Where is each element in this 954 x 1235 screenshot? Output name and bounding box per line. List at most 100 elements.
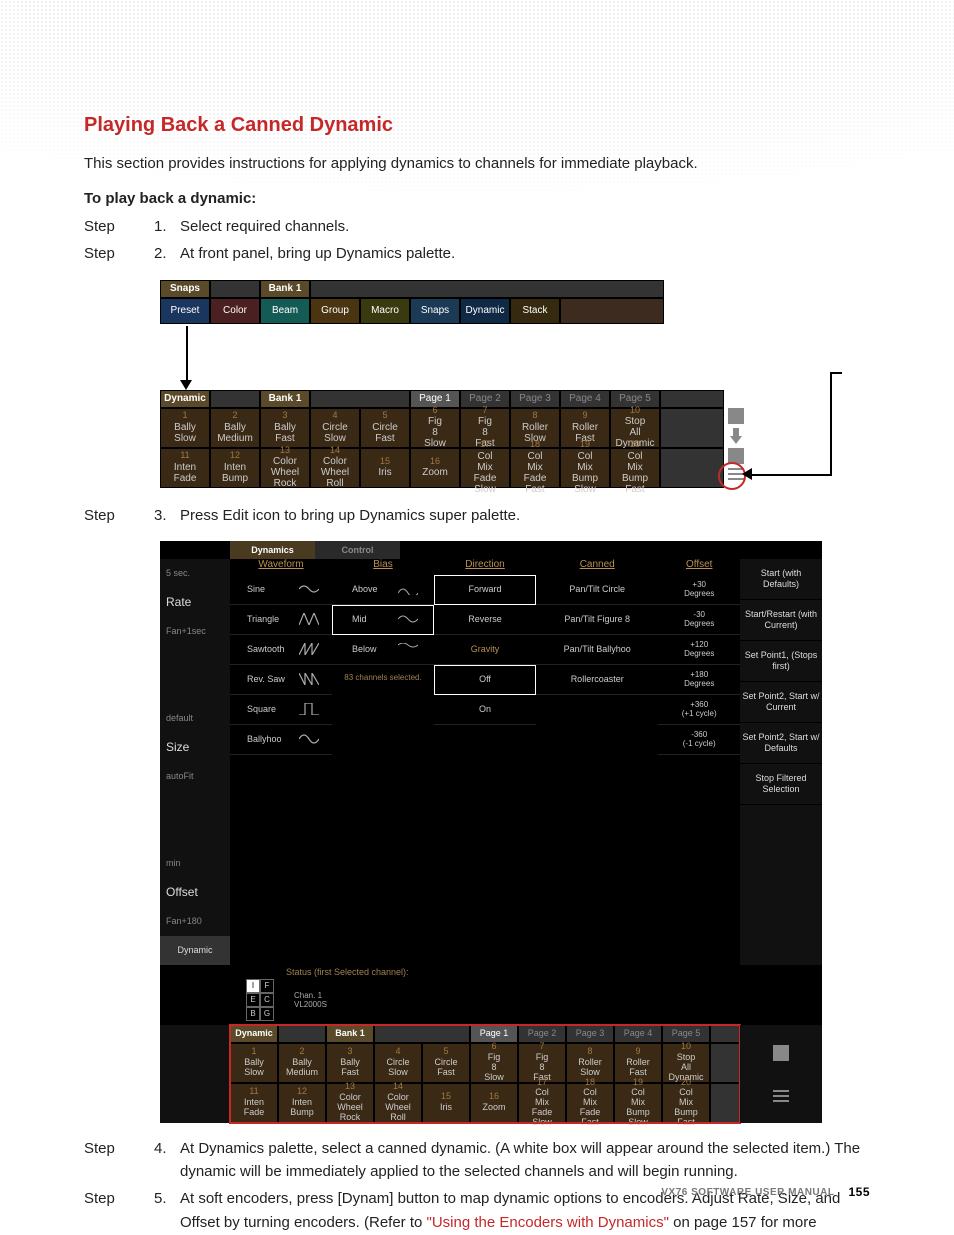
direction-option[interactable]: Reverse xyxy=(434,605,536,635)
step-3: Step 3. Press Edit icon to bring up Dyna… xyxy=(84,504,870,527)
action-button[interactable]: Start (with Defaults) xyxy=(740,559,822,600)
dynamic-entry[interactable]: 16Zoom xyxy=(410,448,460,488)
group-button[interactable]: Group xyxy=(310,298,360,324)
dynamic-entry[interactable]: 5CircleFast xyxy=(360,408,410,448)
direction-option[interactable]: On xyxy=(434,695,536,725)
left-label: Rate xyxy=(160,588,230,617)
left-label xyxy=(160,820,230,849)
dynamic-entry[interactable]: 15Iris xyxy=(360,448,410,488)
dynamic-entry[interactable]: 14ColorWheelRoll xyxy=(310,448,360,488)
bias-option[interactable]: Below xyxy=(332,635,434,665)
control-tab[interactable]: Control xyxy=(315,541,400,559)
canned-option[interactable]: Pan/Tilt Circle xyxy=(536,575,658,605)
offset-option[interactable]: +360(+1 cycle) xyxy=(658,695,740,725)
page-tab-3[interactable]: Page 3 xyxy=(510,390,560,408)
offset-option[interactable]: +180Degrees xyxy=(658,665,740,695)
bank-header[interactable]: Bank 1 xyxy=(260,280,310,298)
left-label: Offset xyxy=(160,878,230,907)
bias-option[interactable]: Mid xyxy=(332,605,434,635)
offset-option[interactable]: -30Degrees xyxy=(658,605,740,635)
dynamic-entry[interactable]: 14ColorWheelRoll xyxy=(374,1083,422,1123)
bias-header: Bias xyxy=(332,559,434,575)
left-label: min xyxy=(160,849,230,878)
canned-option[interactable]: Rollercoaster xyxy=(536,665,658,695)
dynamic-entry[interactable]: 18ColMixFadeFast xyxy=(566,1083,614,1123)
waveform-option[interactable]: Ballyhoo xyxy=(230,725,332,755)
action-button[interactable]: Set Point2, Start w/ Defaults xyxy=(740,723,822,764)
preset-button[interactable]: Preset xyxy=(160,298,210,324)
offset-option[interactable]: +120Degrees xyxy=(658,635,740,665)
dynamic-entry[interactable]: 13ColorWheelRock xyxy=(326,1083,374,1123)
channel-number: Chan. 1 xyxy=(294,991,327,1000)
canned-option[interactable]: Pan/Tilt Ballyhoo xyxy=(536,635,658,665)
waveform-option[interactable]: Sine xyxy=(230,575,332,605)
waveform-option[interactable]: Triangle xyxy=(230,605,332,635)
action-button[interactable]: Set Point1, (Stops first) xyxy=(740,641,822,682)
direction-header: Direction xyxy=(434,559,536,575)
canned-option[interactable]: Pan/Tilt Figure 8 xyxy=(536,605,658,635)
dynamic-entry[interactable]: 3BallyFast xyxy=(326,1043,374,1083)
waveform-option[interactable]: Square xyxy=(230,695,332,725)
dynamic-entry[interactable]: 2BallyMedium xyxy=(210,408,260,448)
dynamic-entry[interactable]: 20ColMixBumpFast xyxy=(610,448,660,488)
offset-option[interactable]: -360(-1 cycle) xyxy=(658,725,740,755)
dynamic-entry[interactable]: 4CircleSlow xyxy=(374,1043,422,1083)
dynamic-entry[interactable]: 17ColMixFadeSlow xyxy=(460,448,510,488)
left-label xyxy=(160,646,230,675)
dynamic-entry[interactable]: 12IntenBump xyxy=(278,1083,326,1123)
direction-option[interactable]: Gravity xyxy=(434,635,536,665)
dynamic-entry[interactable]: 19ColMixBumpSlow xyxy=(560,448,610,488)
dynamic-entry[interactable]: 12IntenBump xyxy=(210,448,260,488)
left-label: default xyxy=(160,704,230,733)
waveform-option[interactable]: Rev. Saw xyxy=(230,665,332,695)
status-label: Status (first Selected channel): xyxy=(230,967,409,977)
channels-selected: 83 channels selected. xyxy=(332,665,434,690)
dynamic-entry[interactable]: 20ColMixBumpFast xyxy=(662,1083,710,1123)
snaps-button[interactable]: Snaps xyxy=(410,298,460,324)
dynamic-entry[interactable]: 15Iris xyxy=(422,1083,470,1123)
beam-button[interactable]: Beam xyxy=(260,298,310,324)
dynamic-entry[interactable]: 11IntenFade xyxy=(230,1083,278,1123)
snaps-header[interactable]: Snaps xyxy=(160,280,210,298)
stack-button[interactable]: Stack xyxy=(510,298,560,324)
color-button[interactable]: Color xyxy=(210,298,260,324)
bank-header-2[interactable]: Bank 1 xyxy=(260,390,310,408)
dynamic-entry[interactable]: 11IntenFade xyxy=(160,448,210,488)
action-button[interactable]: Stop Filtered Selection xyxy=(740,764,822,805)
download-icon[interactable] xyxy=(728,428,744,444)
dynamic-entry[interactable]: 13ColorWheelRock xyxy=(260,448,310,488)
dynamic-entry[interactable]: 18ColMixFadeFast xyxy=(510,448,560,488)
stop-icon[interactable] xyxy=(773,1045,789,1061)
dynamic-entry[interactable]: 19ColMixBumpSlow xyxy=(614,1083,662,1123)
dynamic-entry[interactable]: 1BallySlow xyxy=(230,1043,278,1083)
direction-option[interactable]: Forward xyxy=(434,575,536,605)
page-tab-4[interactable]: Page 4 xyxy=(560,390,610,408)
offset-option[interactable]: +30Degrees xyxy=(658,575,740,605)
intro-text: This section provides instructions for a… xyxy=(84,155,870,172)
ifecbg-grid[interactable]: I F E C B G xyxy=(246,979,286,1021)
dynamic-entry[interactable]: 3BallyFast xyxy=(260,408,310,448)
dynamic-entry[interactable]: 17ColMixFadeSlow xyxy=(518,1083,566,1123)
dynamics-tab[interactable]: Dynamics xyxy=(230,541,315,559)
direction-option[interactable]: Off xyxy=(434,665,536,695)
left-label: Fan+1sec xyxy=(160,617,230,646)
action-button[interactable]: Start/Restart (with Current) xyxy=(740,600,822,641)
action-button[interactable]: Set Point2, Start w/ Current xyxy=(740,682,822,723)
dynamic-entry[interactable]: 5CircleFast xyxy=(422,1043,470,1083)
left-label: Dynamic xyxy=(160,936,230,965)
dynamic-entry[interactable]: 6Fig8Slow xyxy=(410,408,460,448)
menu-icon[interactable] xyxy=(773,1090,789,1102)
dynamic-entry[interactable]: 1BallySlow xyxy=(160,408,210,448)
stop-icon[interactable] xyxy=(728,408,744,424)
page-number: 155 xyxy=(848,1185,870,1199)
waveform-option[interactable]: Sawtooth xyxy=(230,635,332,665)
bias-option[interactable]: Above xyxy=(332,575,434,605)
cross-ref-link[interactable]: "Using the Encoders with Dynamics" xyxy=(427,1214,669,1231)
dynamic-entry[interactable]: 6Fig8Slow xyxy=(470,1043,518,1083)
dynamic-entry[interactable]: 4CircleSlow xyxy=(310,408,360,448)
dynamic-entry[interactable]: 16Zoom xyxy=(470,1083,518,1123)
page-heading: Playing Back a Canned Dynamic xyxy=(84,114,870,137)
macro-button[interactable]: Macro xyxy=(360,298,410,324)
dynamic-button[interactable]: Dynamic xyxy=(460,298,510,324)
dynamic-entry[interactable]: 2BallyMedium xyxy=(278,1043,326,1083)
